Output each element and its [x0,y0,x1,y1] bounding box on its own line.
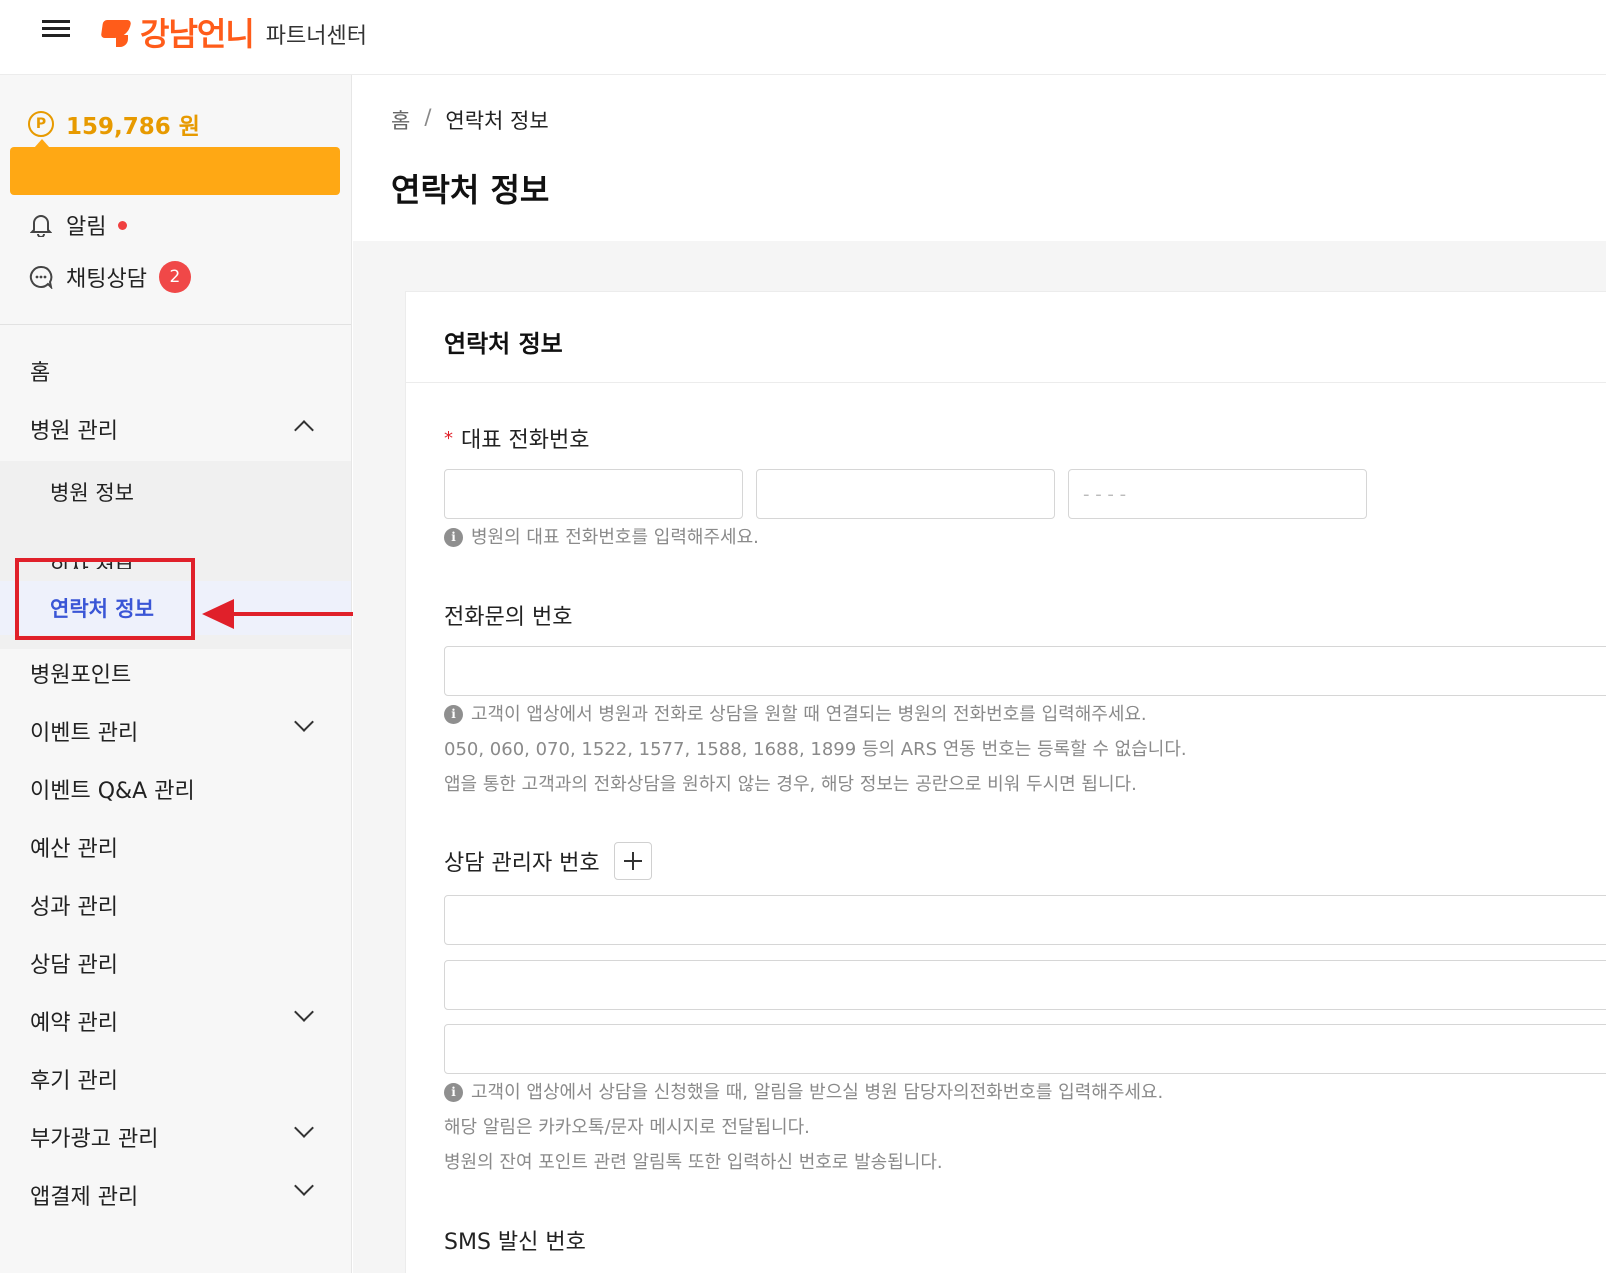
breadcrumb-home[interactable]: 홈 [391,105,410,135]
nav-hospital-mgmt[interactable]: 병원 관리 [0,403,351,455]
alerts-label: 알림 [66,215,107,240]
nav-event-qa[interactable]: 이벤트 Q&A 관리 [0,763,351,815]
logo[interactable]: 강남언니 파트너센터 [102,10,367,54]
bell-icon [28,212,54,238]
point-charge-banner[interactable] [10,139,340,195]
alert-dot [118,220,128,230]
breadcrumb-separator: / [424,105,432,129]
manager-help-text-1: 고객이 앱상에서 상담을 신청했을 때, 알림을 받으실 병원 담당자의전화번호… [471,1082,1164,1103]
manager-help-line-1: i 고객이 앱상에서 상담을 신청했을 때, 알림을 받으실 병원 담당자의전화… [444,1075,1163,1110]
nav-performance-label: 성과 관리 [30,895,118,920]
manager-help-line-2: 해당 알림은 카카오톡/문자 메시지로 전달됩니다. [444,1117,810,1138]
rep-phone-help-text: 병원의 대표 전화번호를 입력해주세요. [471,527,759,548]
point-balance[interactable]: P 159,786 원 [28,107,200,141]
nav-consult-label: 상담 관리 [30,953,118,978]
chevron-down-icon [294,712,314,732]
nav-consult[interactable]: 상담 관리 [0,937,351,989]
logo-subtitle: 파트너센터 [265,24,367,49]
rep-phone-field-3[interactable] [1068,469,1367,519]
info-icon: i [444,1083,463,1102]
page-title: 연락처 정보 [391,171,550,209]
rep-phone-field-2[interactable] [756,469,1055,519]
manager-phone-field-2[interactable] [444,960,1606,1010]
breadcrumb: 홈 / 연락처 정보 [391,105,549,135]
chevron-down-icon [294,1118,314,1138]
nav-hospital-points-label: 병원포인트 [30,663,132,688]
logo-mark-icon [102,17,132,47]
chat-label: 채팅상담 [66,267,147,292]
sms-number-label-text: SMS 발신 번호 [444,1230,586,1255]
chat-badge: 2 [158,261,191,293]
inquiry-phone-field[interactable] [444,646,1606,696]
nav-hospital-mgmt-label: 병원 관리 [30,419,118,444]
inquiry-phone-label-text: 전화문의 번호 [444,605,573,630]
rep-phone-help: i 병원의 대표 전화번호를 입력해주세요. [444,520,759,555]
nav-app-payment[interactable]: 앱결제 관리 [0,1169,351,1221]
manager-phone-field-3[interactable] [444,1024,1606,1074]
nav-app-payment-label: 앱결제 관리 [30,1185,139,1210]
nav-ads[interactable]: 부가광고 관리 [0,1111,351,1163]
rep-phone-label: * 대표 전화번호 [444,422,589,454]
nav-review-label: 후기 관리 [30,1069,118,1094]
main-content: 홈 / 연락처 정보 연락처 정보 연락처 정보 * 대표 전화번호 i 병원의… [353,75,1606,1273]
nav-hospital-points[interactable]: 병원포인트 [0,647,351,699]
contact-card: 연락처 정보 * 대표 전화번호 i 병원의 대표 전화번호를 입력해주세요. … [405,291,1606,1273]
nav-hospital-info[interactable]: 병원 정보 [0,465,351,519]
nav-hospital-info-label: 병원 정보 [50,481,134,505]
nav-event-qa-label: 이벤트 Q&A 관리 [30,779,195,804]
nav-event-mgmt-label: 이벤트 관리 [30,721,139,746]
required-mark: * [444,427,453,449]
menu-icon[interactable] [40,16,72,44]
point-value: 159,786 원 [66,114,200,140]
info-icon: i [444,705,463,724]
sidebar-divider [0,324,351,325]
manager-phone-field-1[interactable] [444,895,1606,945]
nav-home[interactable]: 홈 [0,345,351,397]
chevron-down-icon [294,1176,314,1196]
nav-review[interactable]: 후기 관리 [0,1053,351,1105]
annotation-highlight-box [15,558,195,640]
info-icon: i [444,528,463,547]
point-icon: P [28,111,54,137]
manager-help-line-3: 병원의 잔여 포인트 관련 알림톡 또한 입력하신 번호로 발송됩니다. [444,1152,943,1173]
nav-event-mgmt[interactable]: 이벤트 관리 [0,705,351,757]
top-header: 강남언니 파트너센터 [0,0,1606,75]
breadcrumb-current: 연락처 정보 [445,109,549,133]
chat-link[interactable]: 채팅상담 2 [28,261,191,293]
inquiry-help-line-3: 앱을 통한 고객과의 전화상담을 원하지 않는 경우, 해당 정보는 공란으로 … [444,774,1137,795]
sidebar: P 159,786 원 알림 채팅상담 2 홈 병원 관리 병원 정보 의사 정… [0,75,352,1273]
nav-budget[interactable]: 예산 관리 [0,821,351,873]
rep-phone-label-text: 대표 전화번호 [461,428,590,453]
card-title: 연락처 정보 [444,330,563,358]
nav-performance[interactable]: 성과 관리 [0,879,351,931]
inquiry-help-text-1: 고객이 앱상에서 병원과 전화로 상담을 원할 때 연결되는 병원의 전화번호를… [471,704,1147,725]
page-header: 홈 / 연락처 정보 연락처 정보 [353,75,1606,241]
card-divider [406,382,1606,383]
nav-home-label: 홈 [30,361,51,386]
inquiry-help-line-1: i 고객이 앱상에서 병원과 전화로 상담을 원할 때 연결되는 병원의 전화번… [444,697,1187,732]
rep-phone-field-1[interactable] [444,469,743,519]
add-manager-phone-button[interactable] [613,842,652,880]
nav-reservation-label: 예약 관리 [30,1011,118,1036]
inquiry-help-line-2: 050, 060, 070, 1522, 1577, 1588, 1688, 1… [444,739,1187,760]
manager-phone-label: 상담 관리자 번호 [444,842,652,880]
inquiry-phone-label: 전화문의 번호 [444,599,572,631]
inquiry-phone-help: i 고객이 앱상에서 병원과 전화로 상담을 원할 때 연결되는 병원의 전화번… [444,697,1187,802]
manager-phone-help: i 고객이 앱상에서 상담을 신청했을 때, 알림을 받으실 병원 담당자의전화… [444,1075,1163,1180]
logo-text: 강남언니 [140,15,255,53]
nav-budget-label: 예산 관리 [30,837,118,862]
chevron-up-icon [294,420,314,440]
chevron-down-icon [294,1002,314,1022]
chat-icon [28,264,54,290]
sms-number-label: SMS 발신 번호 [444,1224,586,1256]
manager-phone-label-text: 상담 관리자 번호 [444,851,600,876]
nav-ads-label: 부가광고 관리 [30,1127,159,1152]
nav-reservation[interactable]: 예약 관리 [0,995,351,1047]
alerts-link[interactable]: 알림 [28,209,128,241]
